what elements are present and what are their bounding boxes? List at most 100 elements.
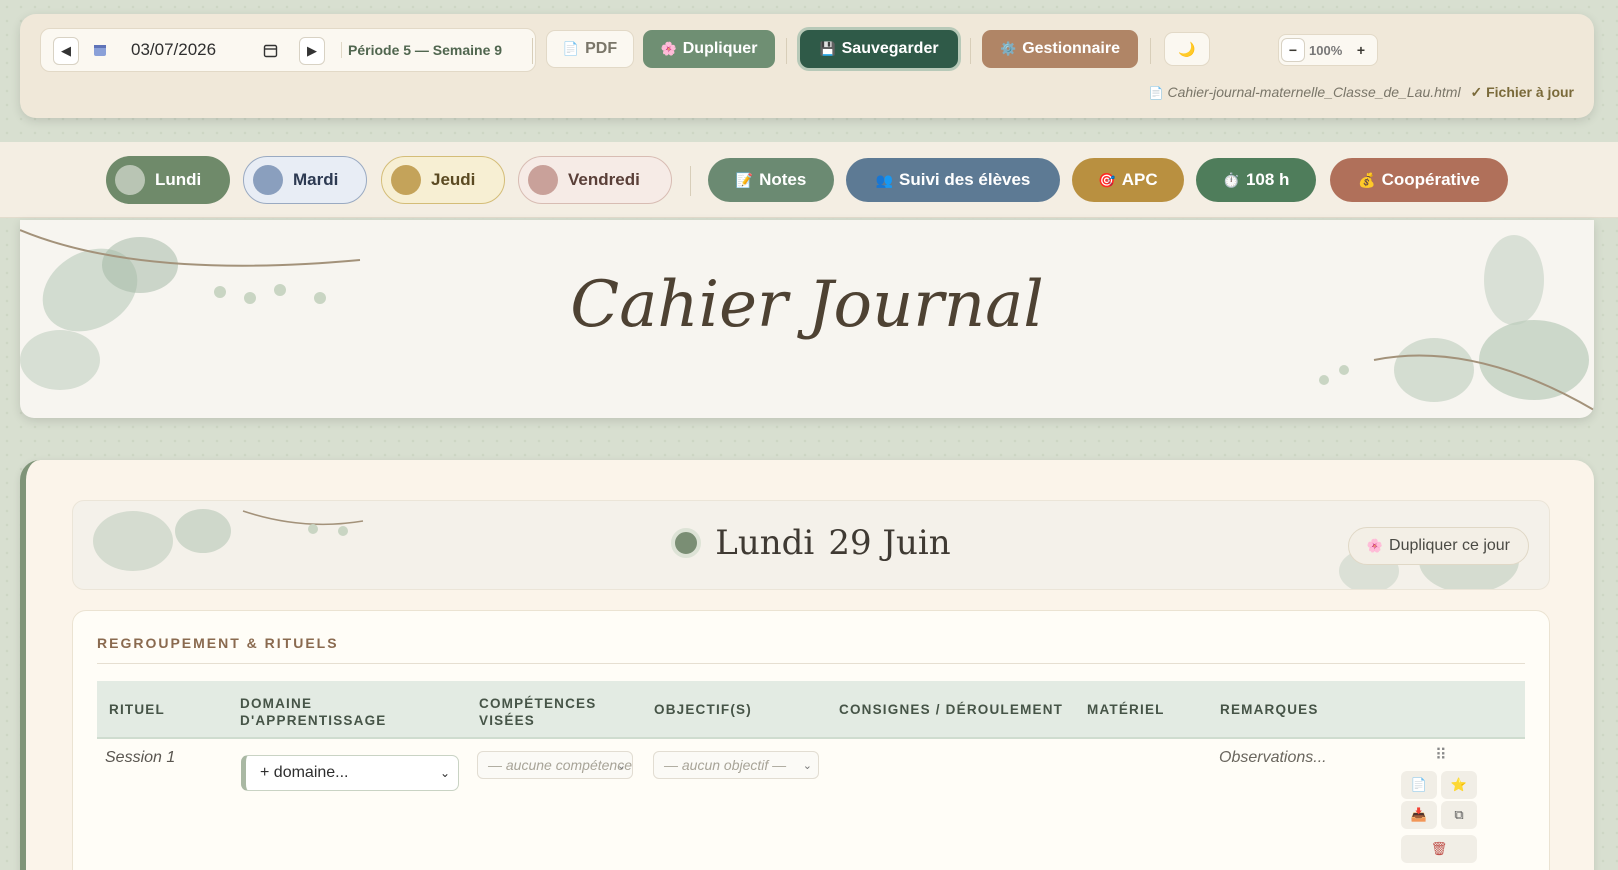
table-header: RITUEL DOMAINE D'APPRENTISSAGE COMPÉTENC… — [97, 681, 1525, 739]
zoom-level: 100% — [1309, 43, 1343, 58]
zoom-out-button[interactable]: − — [1281, 38, 1305, 62]
day-tab-mardi[interactable]: Mardi — [243, 156, 367, 204]
next-day-button[interactable]: ▶ — [299, 37, 325, 65]
competences-select[interactable]: — aucune compétence —⌄ — [477, 751, 633, 779]
zoom-in-button[interactable]: + — [1349, 38, 1373, 62]
column-header: COMPÉTENCES VISÉES — [479, 696, 597, 728]
gear-icon: ⚙️ — [1000, 41, 1017, 56]
file-name: Cahier-journal-maternelle_Classe_de_Lau.… — [1167, 84, 1461, 100]
target-icon: 🎯 — [1098, 171, 1116, 188]
pdf-button[interactable]: 📄 PDF — [546, 30, 634, 68]
chevron-down-icon: ⌄ — [616, 759, 626, 772]
day-color-dot — [671, 528, 702, 558]
cooperative-button[interactable]: 💰 Coopérative — [1330, 158, 1508, 202]
memo-icon: 📝 — [735, 171, 754, 188]
day-tab-label: Lundi — [155, 170, 202, 189]
save-button[interactable]: 💾 Sauvegarder — [800, 30, 958, 68]
day-tab-label: Mardi — [293, 170, 339, 189]
banner-title: Cahier Journal — [570, 268, 1044, 342]
save-label: Sauvegarder — [841, 40, 939, 57]
star-icon: ⭐ — [1450, 777, 1468, 792]
domain-select-value: + domaine... — [260, 764, 349, 781]
floppy-disk-icon: 💾 — [819, 41, 836, 56]
document-icon: 📄 — [562, 41, 580, 56]
moon-icon: 🌙 — [1178, 40, 1196, 57]
trash-icon: 🗑 — [1430, 841, 1448, 856]
manager-label: Gestionnaire — [1022, 40, 1120, 57]
column-header: CONSIGNES / DÉROULEMENT — [839, 702, 1064, 717]
copy-icon: ⧉ — [1454, 807, 1464, 822]
dark-mode-toggle[interactable]: 🌙 — [1164, 32, 1210, 66]
hours-label: 108 h — [1245, 170, 1290, 189]
day-header: Lundi 29 Juin 🌸 Dupliquer ce jour — [72, 500, 1550, 590]
export-row-button[interactable]: 📥 — [1401, 801, 1437, 829]
day-panel: Lundi 29 Juin 🌸 Dupliquer ce jour REGROUP… — [20, 460, 1594, 870]
day-date: 29 Juin — [828, 523, 951, 563]
column-header: DOMAINE D'APPRENTISSAGE — [240, 696, 387, 728]
chevron-down-icon: ⌄ — [802, 759, 812, 772]
day-color-dot — [391, 165, 421, 195]
people-icon: 👥 — [875, 171, 894, 188]
student-tracking-button[interactable]: 👥 Suivi des élèves — [846, 158, 1060, 202]
file-icon: 📄 — [1148, 86, 1164, 100]
section-title: REGROUPEMENT & RITUELS — [97, 635, 339, 651]
remarks-field[interactable]: Observations... — [1219, 749, 1327, 767]
day-tab-vendredi[interactable]: Vendredi — [518, 156, 672, 204]
file-info: 📄 Cahier-journal-maternelle_Classe_de_La… — [1149, 84, 1574, 101]
notes-button[interactable]: 📝 Notes — [708, 158, 834, 202]
favorite-button[interactable]: ⭐ — [1441, 771, 1477, 799]
student-tracking-label: Suivi des élèves — [899, 170, 1031, 189]
pdf-label: PDF — [585, 40, 618, 57]
apc-label: APC — [1121, 170, 1158, 189]
money-bag-icon: 💰 — [1358, 171, 1376, 188]
day-name: Lundi — [715, 523, 815, 563]
zoom-control: − 100% + — [1278, 34, 1378, 66]
previous-day-button[interactable]: ◀ — [53, 37, 79, 65]
manager-button[interactable]: ⚙️ Gestionnaire — [982, 30, 1138, 68]
flower-icon: 🌸 — [1366, 538, 1384, 553]
flower-icon: 🌸 — [660, 41, 677, 56]
file-status: ✓ Fichier à jour — [1470, 84, 1574, 100]
calendar-icon — [94, 45, 106, 56]
date-navigator: ◀ 03/07/2026 ▶ Période 5 — Semaine 9 — [40, 28, 536, 72]
day-title: Lundi 29 Juin — [73, 523, 1549, 563]
day-tab-jeudi[interactable]: Jeudi — [381, 156, 505, 204]
duplicate-label: Dupliquer — [682, 40, 758, 57]
column-header: REMARQUES — [1220, 702, 1319, 717]
domain-select[interactable]: + domaine... ⌄ — [241, 755, 459, 791]
notes-label: Notes — [759, 170, 807, 189]
cooperative-label: Coopérative — [1381, 170, 1480, 189]
date-picker-icon[interactable] — [263, 43, 278, 58]
top-toolbar: ◀ 03/07/2026 ▶ Période 5 — Semaine 9 📄 PD… — [20, 14, 1594, 118]
notes-row-button[interactable]: 📄 — [1401, 771, 1437, 799]
apc-button[interactable]: 🎯 APC — [1072, 158, 1184, 202]
competences-value: — aucune compétence — — [488, 757, 632, 773]
period-week-label: Période 5 — Semaine 9 — [341, 42, 502, 58]
duplicate-button[interactable]: 🌸 Dupliquer — [643, 30, 775, 68]
header-banner: Cahier Journal — [20, 220, 1594, 418]
day-color-dot — [528, 165, 558, 195]
date-input[interactable]: 03/07/2026 — [131, 40, 216, 60]
document-icon: 📄 — [1410, 777, 1428, 792]
objectives-select[interactable]: — aucun objectif — ⌄ — [653, 751, 819, 779]
duplicate-day-label: Dupliquer ce jour — [1389, 537, 1510, 554]
chevron-down-icon: ⌄ — [439, 766, 450, 780]
column-header: MATÉRIEL — [1087, 702, 1165, 717]
table-row: Session 1 + domaine... ⌄ — aucune compéte… — [97, 739, 1525, 870]
delete-row-button[interactable]: 🗑 — [1401, 835, 1477, 863]
copy-row-button[interactable]: ⧉ — [1441, 801, 1477, 829]
day-color-dot — [253, 165, 283, 195]
day-tab-label: Jeudi — [431, 170, 476, 189]
duplicate-day-button[interactable]: 🌸 Dupliquer ce jour — [1347, 527, 1529, 565]
drag-handle-icon[interactable]: ⠿ — [1435, 745, 1447, 765]
objectives-value: — aucun objectif — — [664, 757, 787, 773]
column-header: RITUEL — [109, 702, 165, 717]
inbox-tray-icon: 📥 — [1410, 807, 1428, 822]
regroupement-section: REGROUPEMENT & RITUELS RITUEL DOMAINE D'… — [72, 610, 1550, 870]
session-label[interactable]: Session 1 — [105, 749, 175, 767]
day-navigation-bar: Lundi Mardi Jeudi Vendredi 📝 Notes 👥 Suivi… — [0, 142, 1618, 218]
hours-button[interactable]: ⏱️ 108 h — [1196, 158, 1316, 202]
column-header: OBJECTIF(S) — [654, 702, 752, 717]
day-tab-lundi[interactable]: Lundi — [106, 156, 230, 204]
stopwatch-icon: ⏱️ — [1222, 171, 1240, 188]
